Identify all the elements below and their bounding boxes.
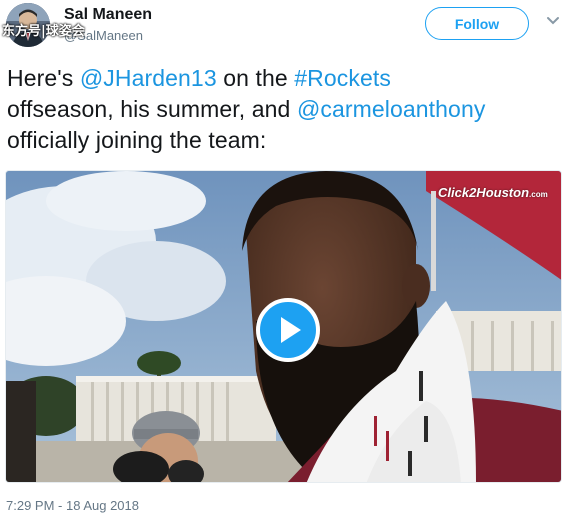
tweet-text-segment: Here's <box>7 65 80 91</box>
play-icon <box>281 317 301 343</box>
tweet-text-segment: officially joining the team: <box>7 127 267 153</box>
video-player[interactable]: Click2Houston.com <box>5 170 562 483</box>
tweet-text: Here's @JHarden13 on the #Rockets offsea… <box>7 63 565 156</box>
follow-button[interactable]: Follow <box>425 7 529 40</box>
tweet-timestamp[interactable]: 7:29 PM - 18 Aug 2018 <box>6 498 139 513</box>
mention-link-carmeloanthony[interactable]: @carmeloanthony <box>297 96 486 122</box>
media-logo-suffix: .com <box>529 190 548 199</box>
tweet-card: 东方号|球姿会 Sal Maneen @SalManeen Follow Her… <box>0 0 570 521</box>
chevron-down-icon[interactable] <box>546 16 560 26</box>
mention-link-jharden13[interactable]: @JHarden13 <box>80 65 217 91</box>
play-button[interactable] <box>256 298 320 362</box>
tweet-text-segment: on the <box>216 65 295 91</box>
media-logo-text: Click2Houston <box>438 185 530 200</box>
media-logo: Click2Houston.com <box>438 185 548 200</box>
watermark-text: 东方号|球姿会 <box>2 24 85 39</box>
hashtag-link-rockets[interactable]: #Rockets <box>294 65 391 91</box>
tweet-text-segment: offseason, his summer, and <box>7 96 297 122</box>
